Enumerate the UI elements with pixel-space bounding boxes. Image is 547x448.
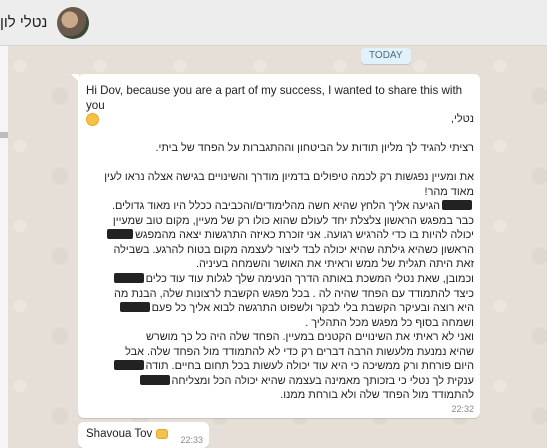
message-line: הראשון כשהיא גילתה שהיא יכולה לבד ליצור … xyxy=(113,243,474,256)
redaction-mark xyxy=(442,200,472,211)
message-line: שהיא נמנעת מלעשות הרבה דברים רק כדי לא ל… xyxy=(125,345,474,358)
scrollbar-track[interactable] xyxy=(0,46,8,448)
message-greeting-text: Hi Dov, because you are a part of my suc… xyxy=(86,84,463,112)
message-line-text: וכמובן, שאת נטלי המשכת באותה הדרך הנעימה… xyxy=(145,273,474,286)
message-line: רציתי להגיד לך מליון תודות על הביטחון וה… xyxy=(155,142,475,155)
redaction-mark xyxy=(119,302,150,313)
message-text: Shavoua Tov xyxy=(86,428,168,440)
message-line: היא רוצה ובעיקר הקשבת בלי לבקר ולשפוט הת… xyxy=(86,301,474,316)
incoming-message-2[interactable]: Shavoua Tov 22:33 xyxy=(78,422,209,448)
message-text-content: Shavoua Tov xyxy=(86,428,153,440)
date-divider: TODAY xyxy=(361,48,411,64)
message-line-text: ענקית לך נטלי כי בזכותך מאמינה בעצמה שהי… xyxy=(171,374,474,387)
scrollbar-thumb[interactable] xyxy=(0,132,8,138)
message-line: הגיעה אליך הלחץ שהיא חשה מהלימודים/והכבי… xyxy=(86,199,474,214)
message-line: זאת היתה תגלית של ממש וראיתי את האושר וה… xyxy=(195,258,474,271)
message-line: ואני לא ראיתי את השינויים הקטנים במעיין.… xyxy=(145,331,474,344)
redaction-mark xyxy=(113,273,144,284)
message-timestamp: 22:32 xyxy=(451,404,474,414)
message-line: כבר במפגש הראשון צלצלת יחד לעולם שהוא כו… xyxy=(112,214,474,227)
message-line-text: יכולה להיות בו כדי להרגיש רגועה. אני זוכ… xyxy=(135,229,474,242)
message-body: נטלי, רציתי להגיד לך מליון תודות על הביט… xyxy=(86,112,474,403)
message-line: היום פורחת ורק ממשיכה כי היא עוד יכולה ל… xyxy=(86,359,474,374)
message-line: את ומעיין נפגשות רק לכמה טיפולים בדמיון … xyxy=(104,171,474,184)
bouquet-icon xyxy=(155,429,168,439)
message-line-text: הגיעה אליך הלחץ שהיא חשה מהלימודים/והכבי… xyxy=(111,200,440,213)
message-line: להתמודד מול הפחד שלה ולא בורחת ממנו. xyxy=(280,389,474,402)
bubble-tail xyxy=(71,74,79,82)
message-line: מאוד מהר! xyxy=(424,185,474,198)
contact-avatar[interactable] xyxy=(57,6,90,39)
message-line: ושמחה בסוף כל מפגש מכל התהליך . xyxy=(305,316,474,329)
message-line: יכולה להיות בו כדי להרגיש רגועה. אני זוכ… xyxy=(86,228,474,243)
message-timestamp: 22:33 xyxy=(180,435,203,445)
message-line-text: היום פורחת ורק ממשיכה כי היא עוד יכולה ל… xyxy=(145,360,474,373)
redaction-mark xyxy=(139,374,170,385)
message-line: כיצד להתמודד עם הפחד שהיה לה . בכל מפגש … xyxy=(113,287,474,300)
chat-header: נטלי לון xyxy=(0,0,547,46)
message-line: וכמובן, שאת נטלי המשכת באותה הדרך הנעימה… xyxy=(86,272,474,287)
message-line-text: היא רוצה ובעיקר הקשבת בלי לבקר ולשפוט הת… xyxy=(151,302,474,315)
contact-name[interactable]: נטלי לון xyxy=(0,14,47,31)
message-line: ענקית לך נטלי כי בזכותך מאמינה בעצמה שהי… xyxy=(86,374,474,389)
message-line: נטלי, xyxy=(451,113,474,125)
incoming-message[interactable]: Hi Dov, because you are a part of my suc… xyxy=(71,74,480,418)
redaction-mark xyxy=(113,360,144,371)
redaction-mark xyxy=(107,229,134,240)
